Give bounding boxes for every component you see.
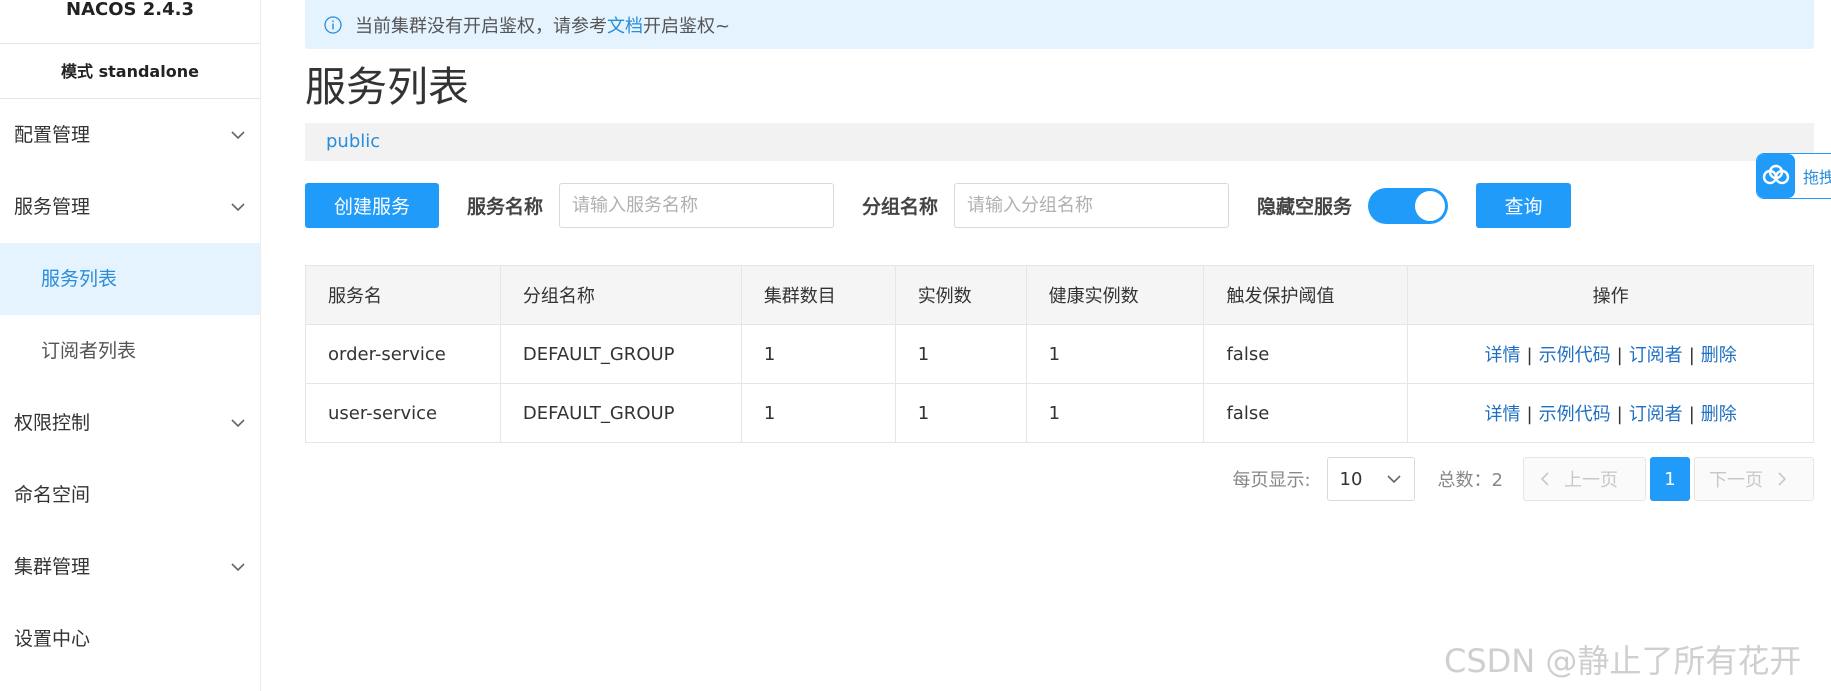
next-page-button[interactable]: 下一页 [1694,457,1814,501]
cluster-count-cell: 1 [740,383,896,443]
search-button[interactable]: 查询 [1476,183,1572,228]
service-name-input[interactable] [559,183,835,228]
column-header: 操作 [1407,265,1814,325]
column-header: 触发保护阈值 [1203,265,1409,325]
chevron-down-icon [231,563,245,572]
detail-link[interactable]: 详情 [1485,404,1521,425]
sidebar-item-label: 权限控制 [14,412,91,434]
chevron-down-icon [1386,475,1401,484]
sidebar-item-label: 配置管理 [14,124,91,146]
toggle-knob [1415,190,1446,221]
sample-code-link[interactable]: 示例代码 [1539,345,1611,366]
docs-link[interactable]: 文档 [607,12,643,38]
sidebar-item-label: 订阅者列表 [41,340,137,362]
table-header-row: 服务名 分组名称 集群数目 实例数 健康实例数 触发保护阈值 操作 [305,265,1814,325]
column-header: 分组名称 [499,265,742,325]
service-table: 服务名 分组名称 集群数目 实例数 健康实例数 触发保护阈值 操作 order-… [305,265,1814,443]
hide-empty-toggle[interactable] [1368,187,1449,224]
subscribers-link[interactable]: 订阅者 [1629,345,1683,366]
sidebar: NACOS 2.4.3 模式 standalone 配置管理 服务管理 服务列表… [0,0,261,691]
table-row: user-service DEFAULT_GROUP 1 1 1 false 详… [305,383,1814,443]
create-service-button[interactable]: 创建服务 [305,183,439,228]
sidebar-item-service-list[interactable]: 服务列表 [0,243,260,315]
sidebar-item-config[interactable]: 配置管理 [0,99,260,171]
chevron-left-icon [1540,472,1549,486]
sidebar-item-label: 服务管理 [14,196,91,218]
group-cell: DEFAULT_GROUP [499,383,742,443]
total-count: 总数：2 [1437,470,1503,491]
chevron-down-icon [231,419,245,428]
chevron-right-icon [1778,472,1787,486]
sidebar-item-label: 命名空间 [14,484,91,506]
sidebar-item-auth[interactable]: 权限控制 [0,387,260,459]
info-icon [324,15,342,34]
instance-count-cell: 1 [894,383,1027,443]
page-1-button[interactable]: 1 [1650,457,1690,501]
page-size-value: 10 [1339,468,1363,490]
group-name-label: 分组名称 [862,196,939,218]
column-header: 实例数 [894,265,1027,325]
sidebar-item-label: 服务列表 [41,268,118,290]
sidebar-item-label: 设置中心 [14,628,91,650]
search-toolbar: 创建服务 服务名称 分组名称 隐藏空服务 查询 [305,183,1814,228]
brand-title: NACOS 2.4.3 [0,0,260,44]
mode-label: 模式 standalone [0,44,260,99]
column-header: 集群数目 [740,265,896,325]
service-name-cell: user-service [305,383,501,443]
chevron-down-icon [231,203,245,212]
delete-link[interactable]: 删除 [1701,404,1737,425]
subscribers-link[interactable]: 订阅者 [1629,404,1683,425]
floating-drag-widget[interactable]: 拖拽 [1756,153,1831,199]
chevron-down-icon [231,131,245,140]
namespace-tab-public[interactable]: public [326,131,380,152]
cloud-icon [1757,154,1795,198]
sidebar-item-label: 集群管理 [14,556,91,578]
healthy-count-cell: 1 [1025,324,1205,384]
protect-threshold-cell: false [1203,324,1409,384]
separator: | [1616,404,1623,425]
float-widget-label: 拖拽 [1802,168,1831,187]
pagination: 每页显示: 10 总数：2 上一页 1 下一页 [305,457,1814,501]
page-size-label: 每页显示: [1232,470,1311,491]
separator: | [1688,404,1695,425]
notice-text-after: 开启鉴权~ [643,15,731,37]
protect-threshold-cell: false [1203,383,1409,443]
group-name-input[interactable] [954,183,1230,228]
delete-link[interactable]: 删除 [1701,345,1737,366]
separator: | [1526,404,1533,425]
service-name-label: 服务名称 [467,196,544,218]
sidebar-item-namespace[interactable]: 命名空间 [0,459,260,531]
service-name-cell: order-service [305,324,501,384]
instance-count-cell: 1 [894,324,1027,384]
sidebar-item-settings[interactable]: 设置中心 [0,603,260,675]
table-row: order-service DEFAULT_GROUP 1 1 1 false … [305,324,1814,384]
main-content: 当前集群没有开启鉴权，请参考 文档 开启鉴权~ 服务列表 public 创建服务 服… [305,0,1814,501]
watermark: CSDN @静止了所有花开 [1444,642,1802,680]
sidebar-item-subscriber-list[interactable]: 订阅者列表 [0,315,260,387]
auth-notice: 当前集群没有开启鉴权，请参考 文档 开启鉴权~ [305,0,1814,49]
hide-empty-label: 隐藏空服务 [1257,196,1353,218]
column-header: 服务名 [305,265,501,325]
detail-link[interactable]: 详情 [1485,345,1521,366]
separator: | [1616,345,1623,366]
namespace-bar: public [305,123,1814,161]
page-size-select[interactable]: 10 [1326,457,1415,501]
prev-page-label: 上一页 [1564,470,1618,491]
separator: | [1688,345,1695,366]
column-header: 健康实例数 [1025,265,1205,325]
actions-cell: 详情 | 示例代码 | 订阅者 | 删除 [1407,383,1814,443]
actions-cell: 详情 | 示例代码 | 订阅者 | 删除 [1407,324,1814,384]
sample-code-link[interactable]: 示例代码 [1539,404,1611,425]
sidebar-item-cluster[interactable]: 集群管理 [0,531,260,603]
next-page-label: 下一页 [1709,470,1763,491]
cluster-count-cell: 1 [740,324,896,384]
separator: | [1526,345,1533,366]
healthy-count-cell: 1 [1025,383,1205,443]
sidebar-item-service[interactable]: 服务管理 [0,171,260,243]
page-title: 服务列表 [305,63,469,111]
group-cell: DEFAULT_GROUP [499,324,742,384]
prev-page-button[interactable]: 上一页 [1523,457,1646,501]
notice-text-before: 当前集群没有开启鉴权，请参考 [355,15,607,37]
